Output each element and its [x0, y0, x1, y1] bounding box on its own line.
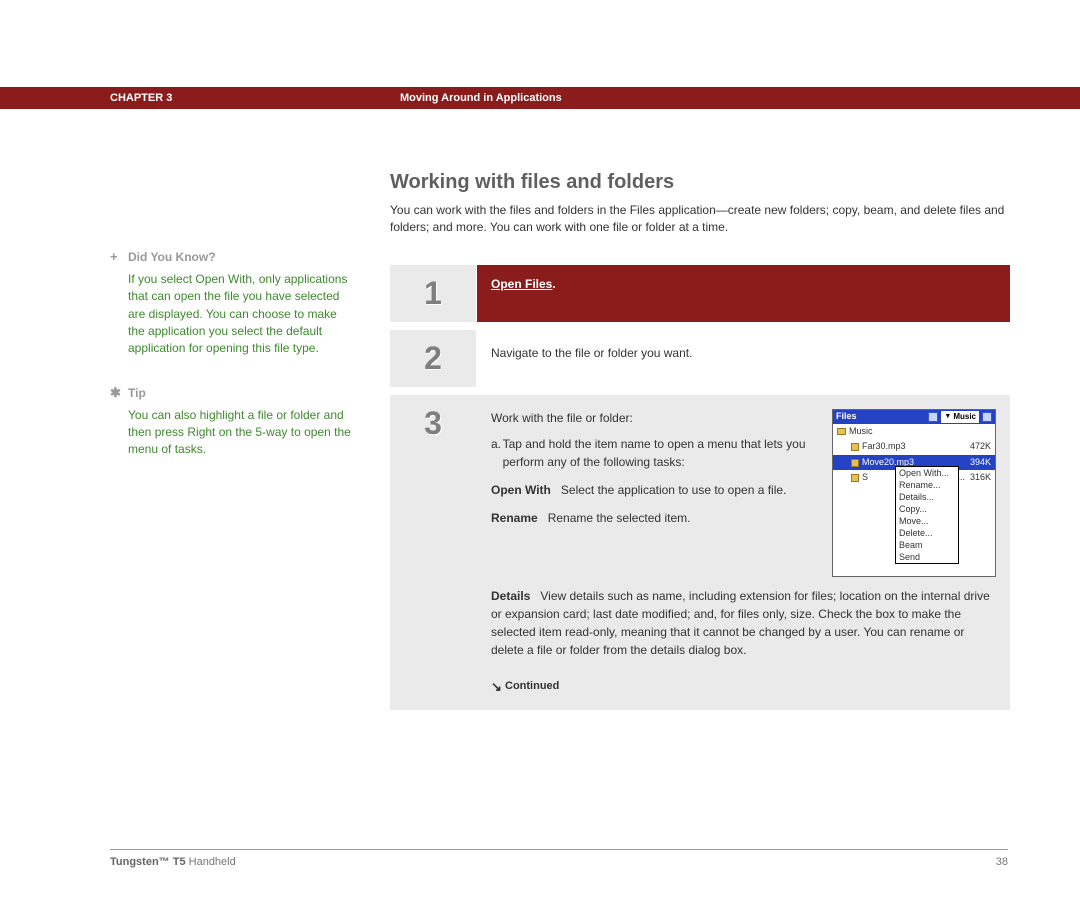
did-you-know-body: If you select Open With, only applicatio…	[110, 271, 355, 358]
step-3a: a. Tap and hold the item name to open a …	[491, 435, 818, 471]
menu-item-delete[interactable]: Delete...	[896, 527, 958, 539]
menu-item-move[interactable]: Move...	[896, 515, 958, 527]
menu-item-copy[interactable]: Copy...	[896, 503, 958, 515]
details-definition: Details View details such as name, inclu…	[491, 587, 996, 659]
sidebar: + Did You Know? If you select Open With,…	[110, 109, 390, 718]
did-you-know-heading: + Did You Know?	[110, 248, 355, 267]
header-title: Moving Around in Applications	[400, 92, 562, 104]
product-name: Tungsten™ T5 Handheld	[110, 856, 236, 868]
menu-item-rename[interactable]: Rename...	[896, 479, 958, 491]
step-3: 3 Work with the file or folder: a. Tap a…	[390, 395, 1010, 711]
step-2-body: Navigate to the file or folder you want.	[477, 330, 1010, 387]
step-3-intro: Work with the file or folder:	[491, 409, 818, 427]
music-file-icon	[851, 443, 859, 451]
intro-text: You can work with the files and folders …	[390, 202, 1010, 237]
step-3-body: Work with the file or folder: a. Tap and…	[477, 395, 1010, 711]
page-footer: Tungsten™ T5 Handheld 38	[110, 849, 1008, 868]
continued-indicator: ↘ Continued	[491, 677, 996, 697]
menu-item-details[interactable]: Details...	[896, 491, 958, 503]
step-number: 3	[390, 405, 476, 442]
step-number: 1	[390, 275, 476, 312]
device-screenshot: Files ▼Music Music Far30.	[832, 409, 996, 577]
menu-item-send[interactable]: Send	[896, 551, 958, 563]
tip-heading: ✱ Tip	[110, 384, 355, 403]
tip-body: You can also highlight a file or folder …	[110, 407, 355, 459]
step-number: 2	[390, 340, 476, 377]
main-content: Working with files and folders You can w…	[390, 109, 1010, 718]
chapter-label: CHAPTER 3	[110, 92, 400, 104]
card-icon	[928, 412, 938, 422]
category-dropdown[interactable]: ▼Music	[941, 411, 979, 423]
section-title: Working with files and folders	[390, 171, 1010, 194]
page-number: 38	[996, 856, 1008, 868]
device-titlebar: Files ▼Music	[833, 410, 995, 424]
step-1-body: Open Files.	[477, 265, 1010, 322]
header-bar: CHAPTER 3 Moving Around in Applications	[0, 87, 1080, 109]
context-menu[interactable]: Open With... Rename... Details... Copy..…	[895, 466, 959, 564]
open-with-definition: Open With Select the application to use …	[491, 481, 818, 499]
continued-arrow-icon: ↘	[491, 677, 505, 697]
device-file-row[interactable]: Far30.mp3 472K	[833, 439, 995, 455]
music-file-icon	[851, 459, 859, 467]
plus-icon: +	[110, 248, 128, 267]
menu-item-beam[interactable]: Beam	[896, 539, 958, 551]
music-file-icon	[851, 474, 859, 482]
step-2: 2 Navigate to the file or folder you wan…	[390, 330, 1010, 387]
rename-definition: Rename Rename the selected item.	[491, 509, 818, 527]
menu-item-open-with[interactable]: Open With...	[896, 467, 958, 479]
folder-icon	[837, 428, 846, 435]
device-folder-row[interactable]: Music	[833, 424, 995, 440]
home-icon[interactable]	[982, 412, 992, 422]
asterisk-icon: ✱	[110, 384, 128, 403]
step-1: 1 Open Files.	[390, 265, 1010, 322]
